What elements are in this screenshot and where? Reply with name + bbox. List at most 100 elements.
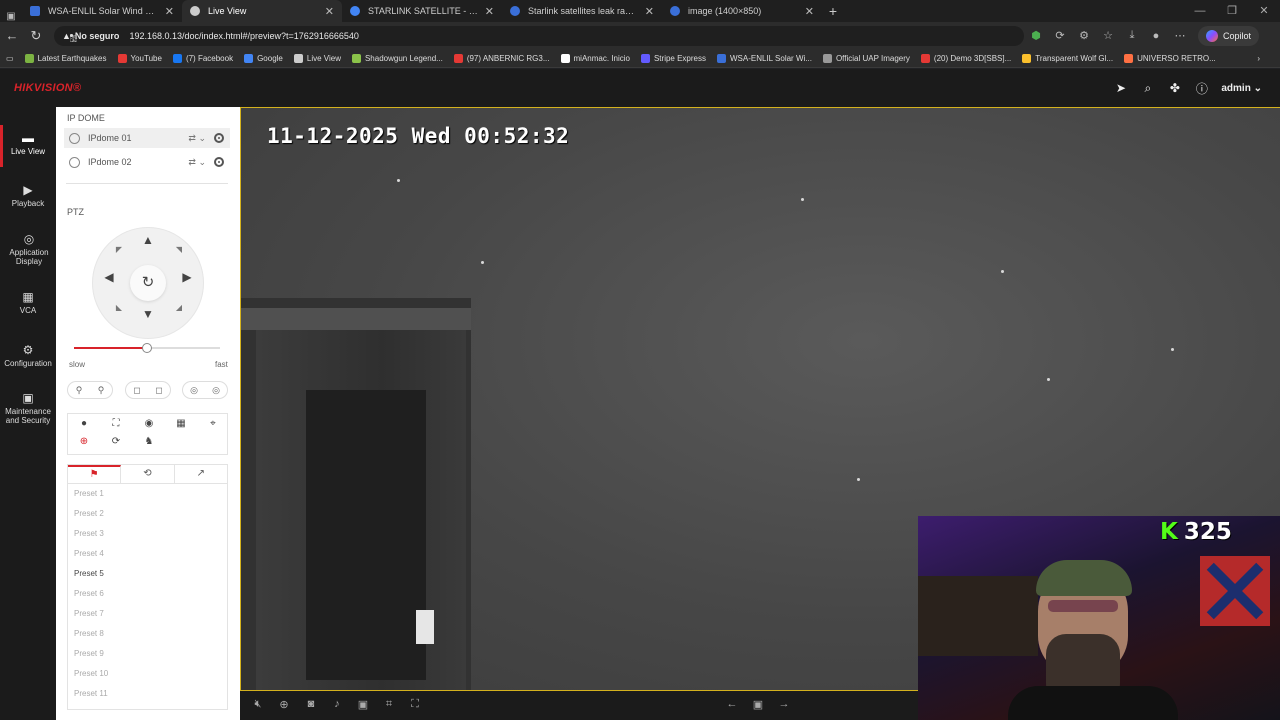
close-tab-icon[interactable]: ✕ bbox=[805, 5, 814, 18]
tab-patrol[interactable]: ⟲ bbox=[121, 465, 175, 483]
focus-near-icon[interactable]: ◻ bbox=[133, 385, 140, 396]
iris-open-icon[interactable]: ◎ bbox=[212, 385, 220, 396]
wiper-icon[interactable]: ◉ bbox=[142, 418, 156, 429]
close-tab-icon[interactable]: ✕ bbox=[485, 5, 494, 18]
bookmark-item[interactable]: Official UAP Imagery bbox=[822, 53, 910, 63]
ptz-up-right-button[interactable]: ◥ bbox=[172, 245, 186, 254]
auto-focus-icon[interactable]: ⌖ bbox=[206, 418, 220, 429]
browser-tab[interactable]: STARLINK SATELLITE - Google Se... ✕ bbox=[342, 0, 502, 22]
microphone-icon[interactable]: ♪ bbox=[330, 698, 344, 710]
speed-slider-handle[interactable] bbox=[142, 343, 152, 353]
stop-all-icon[interactable]: ▣ bbox=[751, 698, 765, 711]
shield-extension-icon[interactable]: ⬢ bbox=[1024, 29, 1048, 42]
window-menu-icon[interactable]: ▣ bbox=[0, 11, 22, 22]
preset-item[interactable]: Preset 10 bbox=[68, 664, 227, 684]
bookmarks-menu-icon[interactable]: ▭ bbox=[6, 54, 14, 63]
preset-item[interactable]: Preset 7 bbox=[68, 604, 227, 624]
nav-configuration[interactable]: ⚙ Configuration bbox=[0, 343, 56, 368]
new-tab-icon[interactable]: + bbox=[822, 0, 844, 22]
stream-select-icon[interactable]: ⇄ ⌄ bbox=[188, 133, 206, 144]
bookmark-item[interactable]: Transparent Wolf Gl... bbox=[1022, 53, 1113, 63]
focus-far-icon[interactable]: ◻ bbox=[155, 385, 162, 396]
bookmark-item[interactable]: WSA-ENLIL Solar Wi... bbox=[717, 53, 812, 63]
more-bookmarks-icon[interactable]: › bbox=[1257, 54, 1260, 63]
split-screen-icon[interactable]: ⚙ bbox=[1072, 29, 1096, 42]
bookmark-item[interactable]: UNIVERSO RETRO... bbox=[1124, 53, 1216, 63]
ptz-down-button[interactable]: ▼ bbox=[141, 307, 155, 321]
nav-vca[interactable]: ▦ VCA bbox=[0, 290, 56, 315]
ptz-down-left-button[interactable]: ◣ bbox=[112, 303, 126, 312]
device-item[interactable]: IPdome 01 ⇄ ⌄ bbox=[64, 128, 230, 148]
region-focus-icon[interactable]: ⌗ bbox=[382, 698, 396, 711]
info-icon[interactable]: ⓘ bbox=[1188, 80, 1215, 97]
preset-item[interactable]: Preset 9 bbox=[68, 644, 227, 664]
profile-avatar-icon[interactable]: ● bbox=[1144, 30, 1168, 42]
favorites-icon[interactable]: ☆ bbox=[1096, 29, 1120, 42]
digital-zoom-icon[interactable]: ⊕ bbox=[277, 698, 291, 711]
tab-presets[interactable]: ⚑ bbox=[68, 465, 122, 483]
preset-item[interactable]: Preset 8 bbox=[68, 624, 227, 644]
send-icon[interactable]: ➤ bbox=[1107, 81, 1134, 95]
bookmark-item[interactable]: Shadowgun Legend... bbox=[351, 53, 443, 63]
browser-tab-active[interactable]: Live View ✕ bbox=[182, 0, 342, 22]
copilot-button[interactable]: Copilot bbox=[1198, 25, 1260, 46]
ptz-down-right-button[interactable]: ◢ bbox=[172, 303, 186, 312]
record-icon[interactable] bbox=[214, 133, 224, 143]
downloads-icon[interactable]: ⤓ bbox=[1120, 29, 1144, 42]
manual-tracking-icon[interactable]: ♞ bbox=[142, 436, 156, 447]
preset-item[interactable]: Preset 1 bbox=[68, 484, 227, 504]
nav-live-view[interactable]: ▬ Live View bbox=[0, 125, 56, 167]
browser-tab[interactable]: WSA-ENLIL Solar Wind Prediction ✕ bbox=[22, 0, 182, 22]
close-tab-icon[interactable]: ✕ bbox=[165, 5, 174, 18]
iris-close-icon[interactable]: ◎ bbox=[190, 385, 198, 396]
nav-maintenance[interactable]: ▣ Maintenance and Security bbox=[0, 391, 56, 425]
puzzle-icon[interactable]: ✤ bbox=[1161, 81, 1188, 95]
address-input[interactable]: ▲ No seguro 192.168.0.13/doc/index.html#… bbox=[54, 25, 1024, 46]
bookmark-item[interactable]: Google bbox=[244, 53, 283, 63]
bookmark-star-icon[interactable]: ☆ bbox=[70, 34, 78, 44]
ptz-left-button[interactable]: ◀ bbox=[102, 270, 116, 284]
preset-item[interactable]: Preset 4 bbox=[68, 544, 227, 564]
minimize-icon[interactable]: — bbox=[1184, 0, 1216, 22]
previous-icon[interactable]: ← bbox=[725, 698, 739, 710]
close-window-icon[interactable]: ✕ bbox=[1248, 0, 1280, 22]
ptz-speed-slider[interactable] bbox=[74, 343, 220, 353]
refresh-icon[interactable]: ⟳ bbox=[109, 436, 123, 447]
close-tab-icon[interactable]: ✕ bbox=[645, 5, 654, 18]
browser-tab[interactable]: image (1400×850) ✕ bbox=[662, 0, 822, 22]
nav-playback[interactable]: ▶ Playback bbox=[0, 183, 56, 208]
record-icon[interactable] bbox=[214, 157, 224, 167]
fullscreen-focus-icon[interactable]: ⛶ bbox=[109, 418, 123, 429]
capture-icon[interactable]: ◙ bbox=[304, 698, 318, 710]
light-icon[interactable]: ● bbox=[77, 418, 91, 429]
user-menu[interactable]: admin ⌄ bbox=[1221, 83, 1262, 94]
bookmark-item[interactable]: (20) Demo 3D[SBS]... bbox=[920, 53, 1011, 63]
bookmark-item[interactable]: Live View bbox=[293, 53, 341, 63]
reload-icon[interactable]: ↻ bbox=[24, 28, 48, 44]
back-icon[interactable]: ← bbox=[0, 28, 24, 43]
bookmark-item[interactable]: Latest Earthquakes bbox=[24, 53, 107, 63]
tab-pattern[interactable]: ↗ bbox=[175, 465, 227, 483]
zoom-out-icon[interactable]: ⚲ bbox=[76, 385, 83, 396]
security-label[interactable]: No seguro bbox=[75, 31, 120, 41]
more-menu-icon[interactable]: ⋯ bbox=[1168, 29, 1192, 42]
preset-item[interactable]: Preset 11 bbox=[68, 684, 227, 704]
zoom-3d-icon[interactable]: ⊕ bbox=[77, 436, 91, 447]
preset-item[interactable]: Preset 2 bbox=[68, 504, 227, 524]
audio-mute-icon[interactable]: 🔇︎ bbox=[251, 698, 265, 711]
stream-select-icon[interactable]: ⇄ ⌄ bbox=[188, 157, 206, 168]
url-text[interactable]: 192.168.0.13/doc/index.html#/preview?t=1… bbox=[129, 31, 1016, 41]
extensions-icon[interactable]: ⟳ bbox=[1048, 29, 1072, 42]
bookmark-item[interactable]: (97) ANBERNIC RG3... bbox=[453, 53, 550, 63]
image-settings-icon[interactable]: ▣ bbox=[356, 698, 370, 711]
preset-item[interactable]: Preset 3 bbox=[68, 524, 227, 544]
ptz-up-left-button[interactable]: ◤ bbox=[112, 245, 126, 254]
close-tab-icon[interactable]: ✕ bbox=[325, 5, 334, 18]
ptz-auto-rotate-button[interactable]: ↻ bbox=[130, 265, 166, 301]
bookmark-item[interactable]: YouTube bbox=[117, 53, 162, 63]
next-icon[interactable]: → bbox=[777, 698, 791, 710]
preset-item[interactable]: Preset 5 bbox=[68, 564, 227, 584]
bookmark-item[interactable]: miAnmac. Inicio bbox=[560, 53, 630, 63]
zoom-in-icon[interactable]: ⚲ bbox=[98, 385, 105, 396]
browser-tab[interactable]: Starlink satellites leak radio signal ✕ bbox=[502, 0, 662, 22]
